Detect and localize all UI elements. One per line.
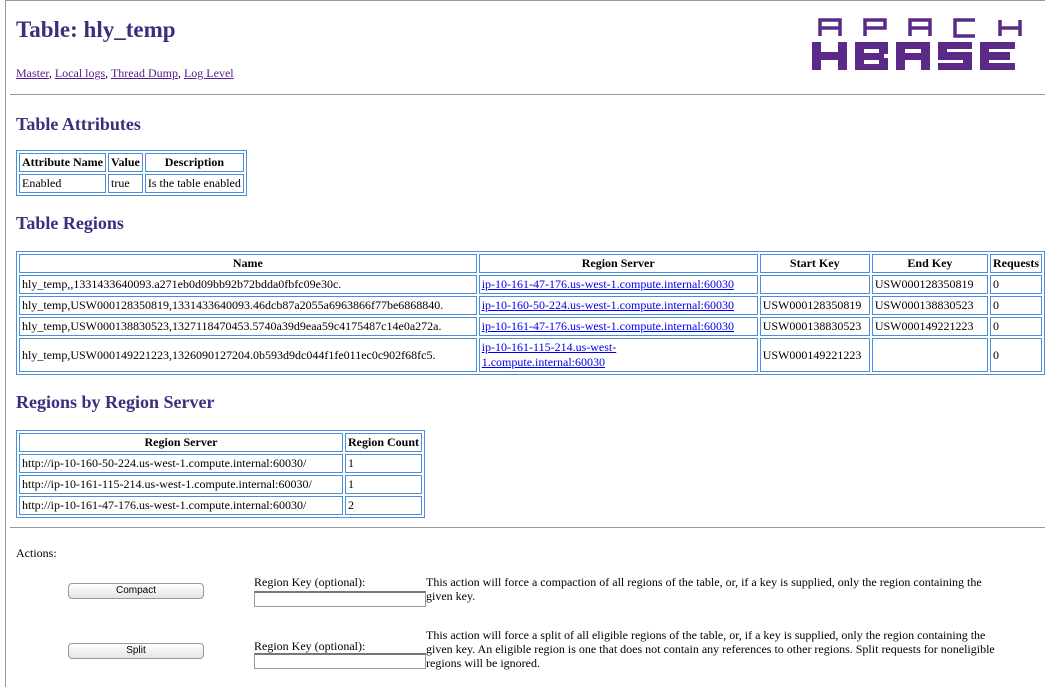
region-name-cell: hly_temp,,1331433640093.a271eb0d09bb92b7…	[19, 275, 477, 294]
link-log-level[interactable]: Log Level	[184, 66, 234, 80]
link-thread-dump[interactable]: Thread Dump	[111, 66, 178, 80]
split-button[interactable]: Split	[68, 643, 204, 659]
region-server-cell: http://ip-10-161-115-214.us-west-1.compu…	[19, 475, 343, 494]
regions-by-server-table: Region Server Region Count http://ip-10-…	[16, 430, 426, 518]
end-key-cell: USW000128350819	[871, 275, 988, 294]
table-cell: Is the table enabled	[144, 174, 244, 193]
split-description: This action will force a split of all el…	[426, 628, 995, 670]
start-key-cell	[759, 275, 870, 294]
table-row: http://ip-10-161-47-176.us-west-1.comput…	[19, 496, 423, 515]
link-local-logs[interactable]: Local logs	[55, 66, 105, 80]
start-key-cell: USW000128350819	[759, 296, 870, 315]
table-header-row: Name Region Server Start Key End Key Req…	[19, 254, 1042, 273]
apache-hbase-logo	[812, 18, 1022, 70]
requests-cell: 0	[989, 275, 1042, 294]
end-key-cell: USW000149221223	[871, 317, 988, 336]
region-server-link[interactable]: ip-10-161-47-176.us-west-1.compute.inter…	[482, 319, 734, 333]
column-header: Start Key	[759, 254, 870, 273]
requests-cell: 0	[989, 296, 1042, 315]
compact-region-key-label: Region Key (optional):	[254, 575, 366, 589]
region-server-cell: ip-10-161-115-214.us-west-1.compute.inte…	[478, 338, 758, 372]
regions-table: Name Region Server Start Key End Key Req…	[16, 251, 1045, 375]
divider	[10, 94, 1045, 95]
column-header: Region Count	[345, 433, 423, 452]
region-server-link[interactable]: ip-10-161-115-214.us-west-1.compute.inte…	[482, 340, 632, 370]
end-key-cell	[871, 338, 988, 372]
column-header: Region Server	[19, 433, 343, 452]
table-cell: Enabled	[19, 174, 106, 193]
split-region-key-input[interactable]	[254, 653, 426, 669]
region-server-cell: ip-10-161-47-176.us-west-1.compute.inter…	[478, 275, 758, 294]
nav-links: Master, Local logs, Thread Dump, Log Lev…	[16, 66, 234, 80]
column-header: End Key	[871, 254, 988, 273]
table-row: hly_temp,,1331433640093.a271eb0d09bb92b7…	[19, 275, 1042, 294]
start-key-cell: USW000138830523	[759, 317, 870, 336]
column-header: Value	[107, 153, 143, 172]
region-count-cell: 1	[345, 454, 423, 473]
compact-button[interactable]: Compact	[68, 583, 204, 599]
region-server-link[interactable]: ip-10-160-50-224.us-west-1.compute.inter…	[482, 298, 734, 312]
actions-label: Actions:	[16, 546, 57, 560]
link-master[interactable]: Master	[16, 66, 49, 80]
end-key-cell: USW000138830523	[871, 296, 988, 315]
compact-region-key-input[interactable]	[254, 591, 426, 607]
table-cell: true	[107, 174, 143, 193]
attributes-table: Attribute Name Value Description Enabled…	[16, 150, 247, 196]
region-server-cell: ip-10-161-47-176.us-west-1.compute.inter…	[478, 317, 758, 336]
split-region-key-label: Region Key (optional):	[254, 639, 366, 653]
region-name-cell: hly_temp,USW000128350819,1331433640093.4…	[19, 296, 477, 315]
column-header: Name	[19, 254, 477, 273]
table-row: hly_temp,USW000138830523,1327118470453.5…	[19, 317, 1042, 336]
column-header: Attribute Name	[19, 153, 106, 172]
region-name-cell: hly_temp,USW000138830523,1327118470453.5…	[19, 317, 477, 336]
regions-by-server-heading: Regions by Region Server	[16, 392, 215, 412]
table-row: hly_temp,USW000149221223,1326090127204.0…	[19, 338, 1042, 372]
region-count-cell: 1	[345, 475, 423, 494]
region-server-cell: ip-10-160-50-224.us-west-1.compute.inter…	[478, 296, 758, 315]
table-attributes-heading: Table Attributes	[16, 114, 141, 134]
column-header: Requests	[989, 254, 1042, 273]
region-name-cell: hly_temp,USW000149221223,1326090127204.0…	[19, 338, 477, 372]
table-row: http://ip-10-160-50-224.us-west-1.comput…	[19, 454, 423, 473]
table-row: http://ip-10-161-115-214.us-west-1.compu…	[19, 475, 423, 494]
column-header: Description	[144, 153, 244, 172]
column-header: Region Server	[478, 254, 758, 273]
table-row: hly_temp,USW000128350819,1331433640093.4…	[19, 296, 1042, 315]
region-server-cell: http://ip-10-160-50-224.us-west-1.comput…	[19, 454, 343, 473]
region-server-link[interactable]: ip-10-161-47-176.us-west-1.compute.inter…	[482, 277, 734, 291]
page-title: Table: hly_temp	[16, 17, 176, 42]
region-server-cell: http://ip-10-161-47-176.us-west-1.comput…	[19, 496, 343, 515]
table-row: Enabled true Is the table enabled	[19, 174, 244, 193]
start-key-cell: USW000149221223	[759, 338, 870, 372]
region-count-cell: 2	[345, 496, 423, 515]
table-regions-heading: Table Regions	[16, 213, 124, 233]
requests-cell: 0	[989, 338, 1042, 372]
compact-description: This action will force a compaction of a…	[426, 575, 982, 603]
table-header-row: Attribute Name Value Description	[19, 153, 244, 172]
requests-cell: 0	[989, 317, 1042, 336]
table-header-row: Region Server Region Count	[19, 433, 423, 452]
divider	[10, 527, 1045, 528]
